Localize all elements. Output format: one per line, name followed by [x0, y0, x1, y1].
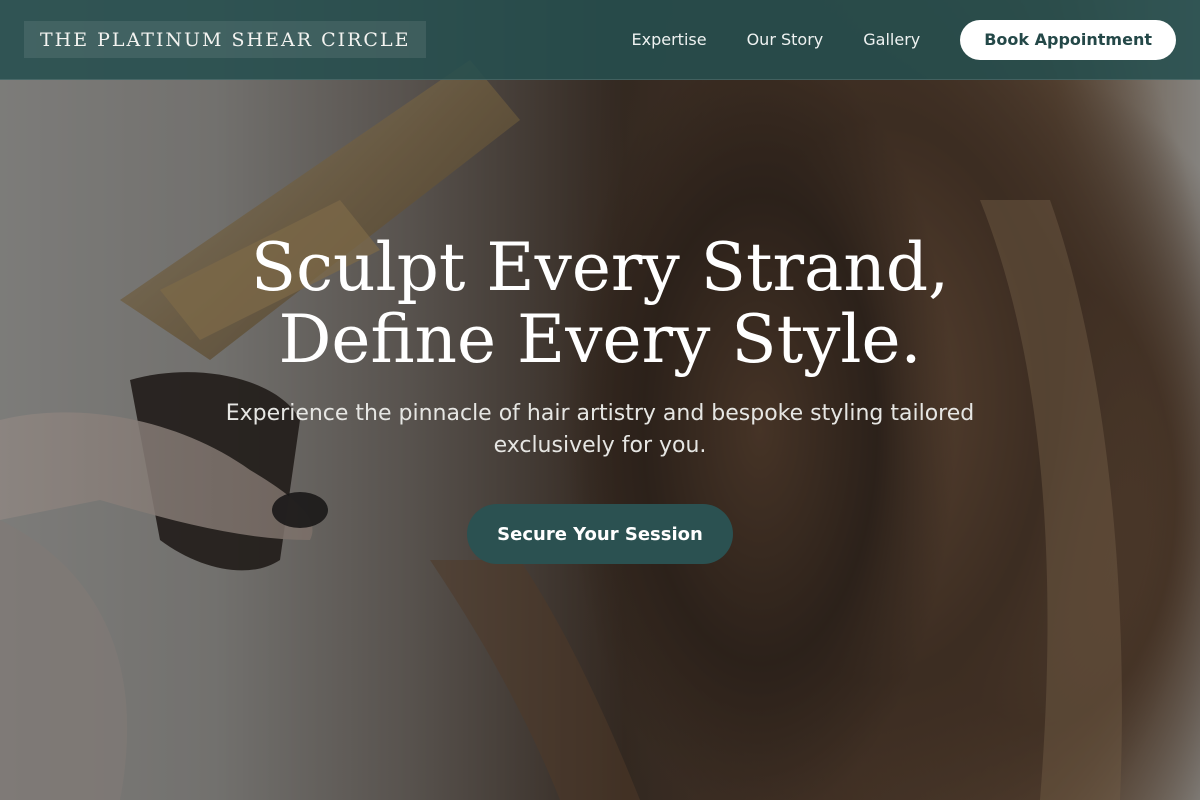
nav-link-our-story[interactable]: Our Story [747, 30, 824, 49]
hero-content: Sculpt Every Strand, Define Every Style.… [0, 232, 1200, 564]
hero-headline-line-1: Sculpt Every Strand, [250, 229, 950, 306]
hero-headline-line-2: Define Every Style. [278, 301, 922, 378]
hero-headline: Sculpt Every Strand, Define Every Style. [0, 232, 1200, 376]
secure-session-button[interactable]: Secure Your Session [467, 504, 733, 564]
top-navbar: THE PLATINUM SHEAR CIRCLE Expertise Our … [0, 0, 1200, 80]
nav-link-expertise[interactable]: Expertise [632, 30, 707, 49]
brand-logo[interactable]: THE PLATINUM SHEAR CIRCLE [24, 21, 427, 58]
hero-subtitle: Experience the pinnacle of hair artistry… [225, 401, 975, 458]
hero-section: THE PLATINUM SHEAR CIRCLE Expertise Our … [0, 0, 1200, 800]
main-nav: Expertise Our Story Gallery Book Appoint… [632, 19, 1176, 60]
nav-link-gallery[interactable]: Gallery [863, 30, 920, 49]
book-appointment-button[interactable]: Book Appointment [960, 19, 1176, 60]
